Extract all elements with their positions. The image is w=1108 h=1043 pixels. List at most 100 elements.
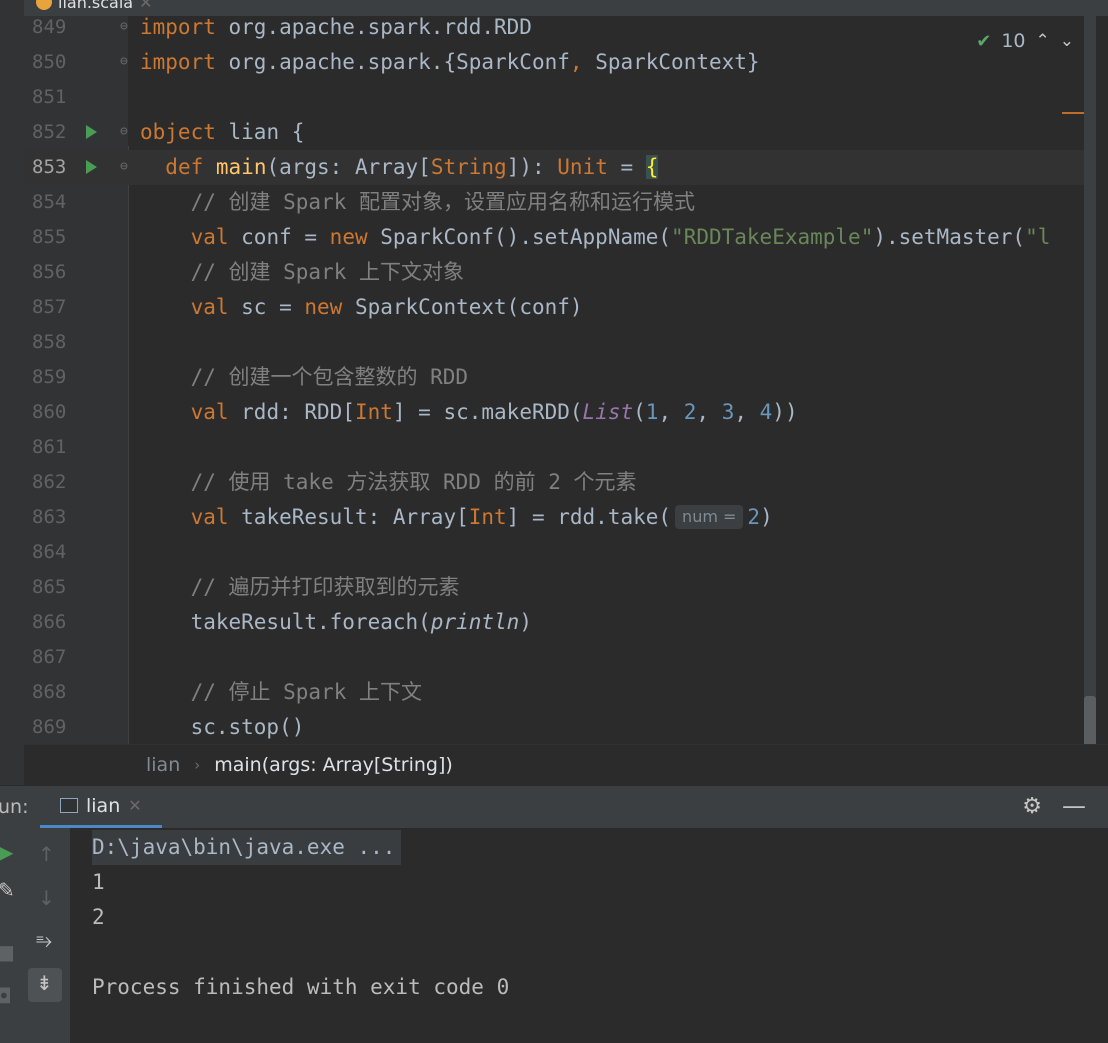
rerun-icon[interactable]: ▶ <box>0 840 13 864</box>
close-icon[interactable]: ✕ <box>128 796 141 815</box>
left-tool-strip <box>0 0 25 785</box>
stop-icon[interactable]: ■ <box>0 940 15 964</box>
console-line: 1 <box>92 870 105 894</box>
line-number: 855 <box>32 226 67 248</box>
code-line[interactable]: 849 ⊖ import org.apache.spark.rdd.RDD <box>24 16 1096 45</box>
code-line[interactable]: 852 ⊖ object lian { <box>24 115 1096 150</box>
line-number: 859 <box>32 366 67 388</box>
code-text: import org.apache.spark.rdd.RDD <box>140 16 532 39</box>
code-line[interactable]: 869 sc.stop() <box>24 710 1096 744</box>
code-comment: // 停止 Spark 上下文 <box>140 680 423 704</box>
fold-icon[interactable]: ⊖ <box>120 20 128 33</box>
run-gutter-icon[interactable] <box>86 125 97 139</box>
run-tab[interactable]: lian ✕ <box>40 786 162 828</box>
code-text: val takeResult: Array[Int] = rdd.take(nu… <box>190 505 773 529</box>
line-number: 860 <box>32 401 67 423</box>
line-number: 864 <box>32 541 67 563</box>
line-number: 851 <box>32 86 67 108</box>
code-comment: // 创建 Spark 配置对象，设置应用名称和运行模式 <box>140 190 696 214</box>
chevron-down-icon[interactable]: ⌄ <box>1060 31 1074 51</box>
code-line[interactable]: 860 val rdd: RDD[Int] = sc.makeRDD(List(… <box>24 395 1096 430</box>
inspection-count: 10 <box>1001 30 1026 52</box>
code-line[interactable]: 863 val takeResult: Array[Int] = rdd.tak… <box>24 500 1096 535</box>
code-line-current[interactable]: 853 ⊖ def main(args: Array[String]): Uni… <box>24 150 1096 185</box>
vertical-scrollbar[interactable] <box>1084 696 1096 744</box>
line-number: 856 <box>32 261 67 283</box>
console-command: D:\java\bin\java.exe ... <box>92 830 402 865</box>
error-stripe <box>1084 16 1096 744</box>
run-panel-header: un: lian ✕ ⚙ — <box>0 786 1108 829</box>
breadcrumb: lian › main(args: Array[String]) <box>24 744 1108 785</box>
line-number: 857 <box>32 296 67 318</box>
run-tab-label: lian <box>86 794 121 817</box>
console-line: 2 <box>92 905 105 929</box>
fold-icon[interactable]: ⊖ <box>120 55 128 68</box>
code-line[interactable]: 854 // 创建 Spark 配置对象，设置应用名称和运行模式 <box>24 185 1096 220</box>
code-comment: // 遍历并打印获取到的元素 <box>140 575 460 599</box>
error-stripe-mark[interactable] <box>1062 112 1084 114</box>
breadcrumb-item[interactable]: lian <box>146 754 180 776</box>
code-line[interactable]: 859 // 创建一个包含整数的 RDD <box>24 360 1096 395</box>
code-line[interactable]: 865 // 遍历并打印获取到的元素 <box>24 570 1096 605</box>
fold-icon[interactable]: ⊖ <box>120 125 128 138</box>
minus-icon[interactable]: — <box>1062 792 1086 820</box>
file-tab[interactable]: lian.scala ✕ <box>36 0 153 13</box>
line-number: 862 <box>32 471 67 493</box>
code-line[interactable]: 850 ⊖ import org.apache.spark.{SparkConf… <box>24 45 1096 80</box>
parameter-hint: num = <box>675 505 744 529</box>
code-editor[interactable]: 849 ⊖ import org.apache.spark.rdd.RDD 85… <box>24 16 1096 744</box>
code-comment: // 创建一个包含整数的 RDD <box>140 365 469 389</box>
inspection-widget[interactable]: ✔ 10 ⌃ ⌄ <box>976 30 1074 52</box>
code-line[interactable]: 866 takeResult.foreach(println) <box>24 605 1096 640</box>
code-text: val sc = new SparkContext(conf) <box>190 295 583 319</box>
line-number: 849 <box>32 16 67 38</box>
line-number: 850 <box>32 51 67 73</box>
code-comment: // 使用 take 方法获取 RDD 的前 2 个元素 <box>140 470 637 494</box>
code-line[interactable]: 855 val conf = new SparkConf().setAppNam… <box>24 220 1096 255</box>
code-line[interactable]: 862 // 使用 take 方法获取 RDD 的前 2 个元素 <box>24 465 1096 500</box>
code-line[interactable]: 856 // 创建 Spark 上下文对象 <box>24 255 1096 290</box>
line-number: 863 <box>32 506 67 528</box>
scala-file-icon <box>36 0 52 10</box>
code-line[interactable]: 857 val sc = new SparkContext(conf) <box>24 290 1096 325</box>
run-panel-label: un: <box>0 796 29 818</box>
run-toolbar: ▶ ↑ ✎ ↓ ⥱ ■ ⇟ ◘ <box>0 828 70 1043</box>
code-text: def main(args: Array[String]): Unit = { <box>165 155 659 179</box>
line-number: 868 <box>32 681 67 703</box>
chevron-right-icon: › <box>194 756 201 774</box>
line-number: 869 <box>32 716 67 738</box>
camera-icon[interactable]: ◘ <box>0 984 12 1008</box>
code-line[interactable]: 851 <box>24 80 1096 115</box>
code-text: import org.apache.spark.{SparkConf, Spar… <box>140 50 760 74</box>
close-icon[interactable]: ✕ <box>139 0 152 12</box>
soft-wrap-icon[interactable]: ⥱ <box>36 928 52 952</box>
wrench-icon[interactable]: ✎ <box>0 878 15 902</box>
code-line[interactable]: 864 <box>24 535 1096 570</box>
code-text: takeResult.foreach(println) <box>140 610 532 634</box>
code-text: val rdd: RDD[Int] = sc.makeRDD(List(1, 2… <box>190 400 798 424</box>
fold-icon[interactable]: ⊖ <box>120 160 128 173</box>
code-text: val conf = new SparkConf().setAppName("R… <box>190 225 1051 249</box>
line-number: 867 <box>32 646 67 668</box>
check-icon: ✔ <box>976 30 992 52</box>
line-number: 852 <box>32 121 67 143</box>
gear-icon[interactable]: ⚙ <box>1022 794 1042 819</box>
line-number: 853 <box>32 156 67 178</box>
line-number: 854 <box>32 191 67 213</box>
arrow-down-icon[interactable]: ↓ <box>38 886 55 910</box>
scroll-to-end-icon: ⇟ <box>36 971 53 995</box>
console-output[interactable]: D:\java\bin\java.exe ... 1 2 Process fin… <box>70 828 1108 1043</box>
console-exit-message: Process finished with exit code 0 <box>92 975 510 999</box>
arrow-up-icon[interactable]: ↑ <box>38 842 55 866</box>
code-text: object lian { <box>140 120 305 144</box>
breadcrumb-item[interactable]: main(args: Array[String]) <box>214 754 453 776</box>
run-gutter-icon[interactable] <box>86 160 97 174</box>
code-line[interactable]: 858 <box>24 325 1096 360</box>
code-line[interactable]: 868 // 停止 Spark 上下文 <box>24 675 1096 710</box>
code-line[interactable]: 861 <box>24 430 1096 465</box>
chevron-up-icon[interactable]: ⌃ <box>1036 31 1050 51</box>
console-icon <box>60 798 78 813</box>
line-number: 858 <box>32 331 67 353</box>
code-line[interactable]: 867 <box>24 640 1096 675</box>
line-number: 866 <box>32 611 67 633</box>
